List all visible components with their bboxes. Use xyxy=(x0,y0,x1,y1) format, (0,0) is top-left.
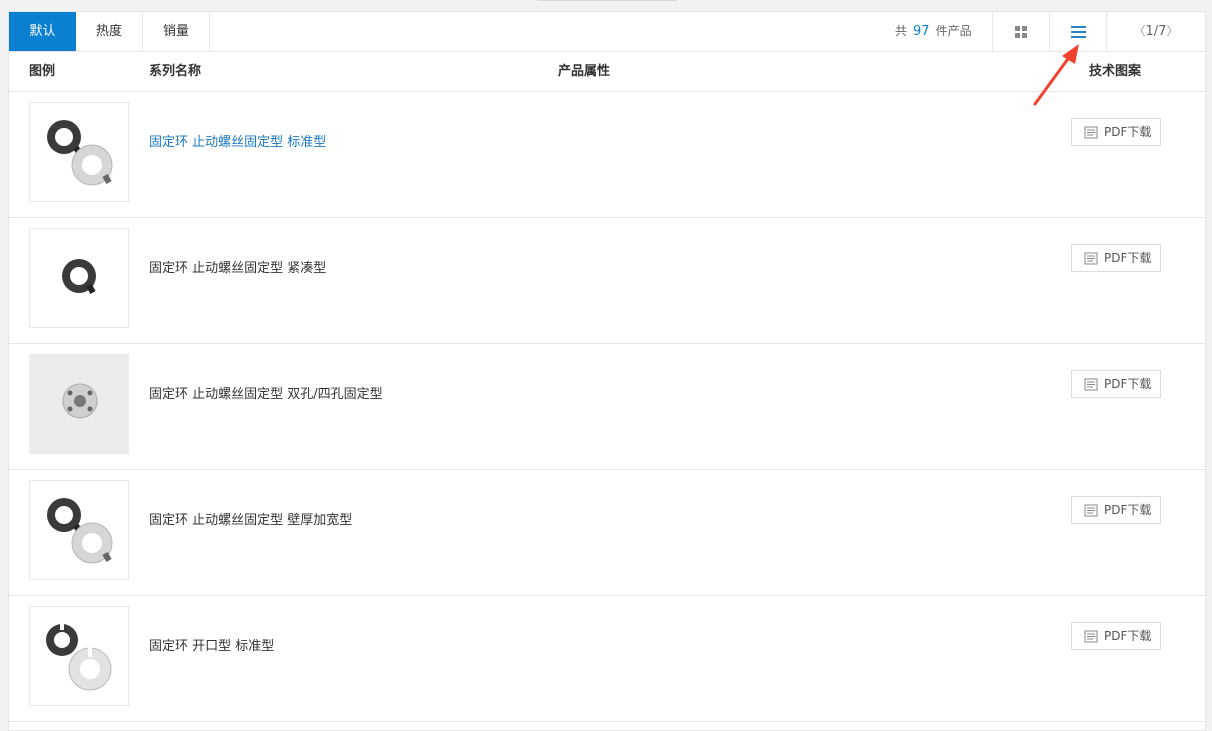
column-drawing: 技术图案 xyxy=(1089,64,1142,79)
product-name-link[interactable]: 固定环 开口型 标准型 xyxy=(149,638,274,656)
document-icon xyxy=(1084,630,1098,643)
pdf-download-button[interactable]: PDF下载 xyxy=(1071,622,1161,650)
count-prefix: 共 xyxy=(895,24,908,38)
pagination: 〈1/7〉 xyxy=(1106,12,1205,51)
product-thumbnail[interactable] xyxy=(29,228,129,328)
document-icon xyxy=(1084,252,1098,265)
product-list-panel: 默认 热度 销量 共 97 件产品 〈1/7〉 图例 系列名称 产品属性 技术图案 xyxy=(8,11,1206,731)
prev-page-button[interactable]: 〈 xyxy=(1134,24,1146,38)
column-header-row: 图例 系列名称 产品属性 技术图案 xyxy=(9,52,1205,92)
product-count: 共 97 件产品 xyxy=(895,12,972,51)
list-view-icon xyxy=(1071,26,1086,38)
product-row: 固定环 止动螺丝固定型 标准型 PDF下载 xyxy=(9,92,1205,218)
pdf-download-label: PDF下载 xyxy=(1104,251,1152,265)
product-name-link[interactable]: 固定环 止动螺丝固定型 标准型 xyxy=(149,134,326,152)
next-page-button[interactable]: 〉 xyxy=(1166,24,1178,38)
grid-view-icon xyxy=(1015,26,1027,38)
pdf-download-button[interactable]: PDF下载 xyxy=(1071,118,1161,146)
pdf-download-label: PDF下载 xyxy=(1104,629,1152,643)
pdf-download-button[interactable]: PDF下载 xyxy=(1071,244,1161,272)
document-icon xyxy=(1084,126,1098,139)
sort-toolbar: 默认 热度 销量 共 97 件产品 〈1/7〉 xyxy=(9,12,1205,52)
product-name-link[interactable]: 固定环 止动螺丝固定型 双孔/四孔固定型 xyxy=(149,386,383,404)
pdf-download-button[interactable]: PDF下载 xyxy=(1071,370,1161,398)
count-suffix: 件产品 xyxy=(935,24,972,38)
product-thumbnail[interactable] xyxy=(29,480,129,580)
pdf-download-label: PDF下载 xyxy=(1104,125,1152,139)
product-row: 固定环 止动螺丝固定型 壁厚加宽型 PDF下载 xyxy=(9,470,1205,596)
product-thumbnail[interactable] xyxy=(29,606,129,706)
column-series-name: 系列名称 xyxy=(149,64,202,79)
sort-tab-sales[interactable]: 销量 xyxy=(143,12,210,51)
pdf-download-button[interactable]: PDF下载 xyxy=(1071,496,1161,524)
product-thumbnail[interactable] xyxy=(29,102,129,202)
top-divider xyxy=(537,0,677,1)
pdf-download-label: PDF下载 xyxy=(1104,377,1152,391)
column-attributes: 产品属性 xyxy=(558,64,611,79)
column-image: 图例 xyxy=(29,64,56,79)
count-value: 97 xyxy=(913,24,930,39)
product-thumbnail[interactable] xyxy=(29,354,129,454)
product-row: 固定环 止动螺丝固定型 紧凑型 PDF下载 xyxy=(9,218,1205,344)
product-row: 固定环 开口型 标准型 PDF下载 xyxy=(9,596,1205,722)
document-icon xyxy=(1084,378,1098,391)
sort-tab-popularity[interactable]: 热度 xyxy=(76,12,143,51)
product-name-link[interactable]: 固定环 止动螺丝固定型 紧凑型 xyxy=(149,260,326,278)
annotation-arrow-icon xyxy=(1033,44,1079,106)
pdf-download-label: PDF下载 xyxy=(1104,503,1152,517)
sort-tab-default[interactable]: 默认 xyxy=(9,12,76,51)
document-icon xyxy=(1084,504,1098,517)
product-row: 固定环 止动螺丝固定型 双孔/四孔固定型 PDF下载 xyxy=(9,344,1205,470)
product-name-link[interactable]: 固定环 止动螺丝固定型 壁厚加宽型 xyxy=(149,512,352,530)
page-indicator: 1/7 xyxy=(1145,24,1167,39)
